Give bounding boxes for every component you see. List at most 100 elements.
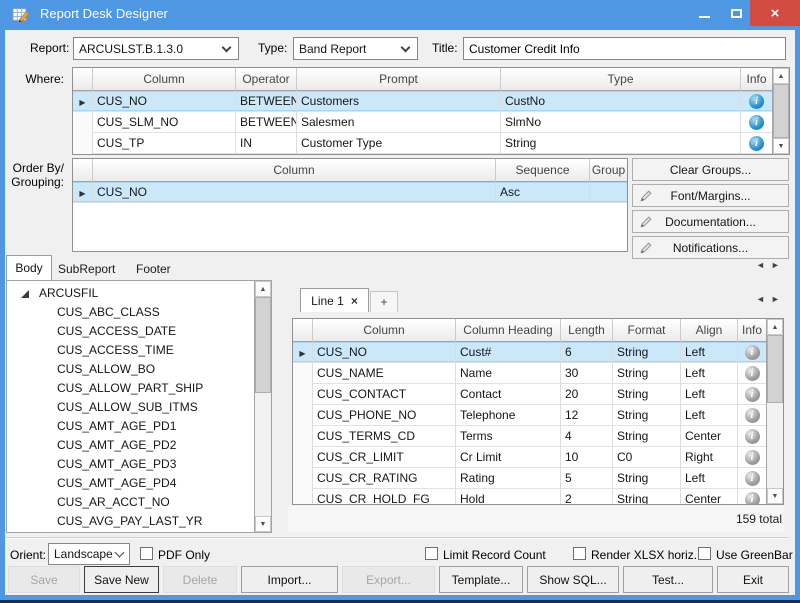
template-button[interactable]: Template...: [439, 566, 523, 593]
line-cell-heading[interactable]: Terms: [456, 426, 561, 447]
line-cell-format[interactable]: String: [613, 342, 681, 363]
orient-combo[interactable]: Landscape: [48, 543, 130, 565]
row-selector-cell[interactable]: [293, 447, 313, 468]
limit-record-count-checkbox[interactable]: [425, 547, 438, 560]
pdf-only-checkbox[interactable]: [140, 547, 153, 560]
row-selector-cell[interactable]: [293, 489, 313, 504]
line-header-format[interactable]: Format: [613, 319, 681, 342]
row-selector-cell[interactable]: ▶: [73, 182, 93, 203]
tree-item[interactable]: CUS_AVG_PAY_LAST_YR: [7, 512, 254, 531]
where-cell-column[interactable]: CUS_SLM_NO: [93, 112, 236, 133]
tree-item[interactable]: CUS_ACCESS_TIME: [7, 341, 254, 360]
line-cell-heading[interactable]: Cr Limit: [456, 447, 561, 468]
row-selector-cell[interactable]: [293, 468, 313, 489]
where-cell-operator[interactable]: BETWEEN: [236, 112, 297, 133]
info-circle-gray-icon[interactable]: i: [745, 387, 760, 402]
line-cell-length[interactable]: 12: [561, 405, 613, 426]
title-input[interactable]: [463, 37, 786, 60]
scroll-right-icon[interactable]: ►: [771, 260, 786, 270]
where-header-prompt[interactable]: Prompt: [297, 68, 501, 91]
line-cell-align[interactable]: Left: [681, 384, 738, 405]
tree-item[interactable]: CUS_AMT_AGE_PD4: [7, 474, 254, 493]
tab-line-1[interactable]: Line 1 ×: [300, 288, 369, 312]
line-cell-column[interactable]: CUS_CONTACT: [313, 384, 456, 405]
line-cell-format[interactable]: C0: [613, 447, 681, 468]
minimize-button[interactable]: [690, 0, 718, 26]
line-row[interactable]: ▶ CUS_NO Cust# 6 String Left i: [293, 342, 766, 363]
line-cell-length[interactable]: 2: [561, 489, 613, 504]
tree-item[interactable]: CUS_AMT_AGE_PD3: [7, 455, 254, 474]
line-row[interactable]: CUS_CR_LIMIT Cr Limit 10 C0 Right i: [293, 447, 766, 468]
where-cell-operator[interactable]: IN: [236, 133, 297, 154]
tree-item[interactable]: CUS_AMT_AGE_PD1: [7, 417, 254, 436]
line-cell-info[interactable]: i: [738, 363, 766, 384]
info-circle-gray-icon[interactable]: i: [745, 408, 760, 423]
line-cell-format[interactable]: String: [613, 363, 681, 384]
scroll-right-icon[interactable]: ►: [771, 294, 786, 304]
scroll-left-icon[interactable]: ◄: [756, 294, 771, 304]
close-tab-icon[interactable]: ×: [351, 294, 358, 308]
line-cell-align[interactable]: Center: [681, 489, 738, 504]
line-tab-scroll-arrows[interactable]: ◄►: [756, 294, 786, 304]
where-cell-type[interactable]: CustNo: [501, 91, 741, 112]
line-cell-length[interactable]: 6: [561, 342, 613, 363]
line-cell-length[interactable]: 5: [561, 468, 613, 489]
titlebar[interactable]: Report Desk Designer ×: [0, 0, 800, 30]
where-header-column[interactable]: Column: [93, 68, 236, 91]
line-cell-format[interactable]: String: [613, 468, 681, 489]
info-circle-gray-icon[interactable]: i: [745, 450, 760, 465]
info-circle-blue-icon[interactable]: i: [749, 115, 764, 130]
where-cell-info[interactable]: i: [741, 112, 772, 133]
line-row[interactable]: CUS_CR_HOLD_FG Hold 2 String Center i: [293, 489, 766, 504]
line-header-info[interactable]: Info: [738, 319, 766, 342]
scrollbar-thumb[interactable]: [767, 335, 783, 403]
tree-item[interactable]: CUS_AR_ACCT_NO: [7, 493, 254, 512]
line-header-align[interactable]: Align: [681, 319, 738, 342]
save-button[interactable]: Save: [8, 566, 80, 593]
tree-item[interactable]: CUS_AMT_AGE_PD2: [7, 436, 254, 455]
tree-item[interactable]: CUS_ALLOW_PART_SHIP: [7, 379, 254, 398]
where-grid-scrollbar[interactable]: ▲ ▼: [772, 68, 789, 154]
line-grid-scrollbar[interactable]: ▲ ▼: [766, 319, 783, 504]
order-header-group[interactable]: Group: [590, 159, 627, 182]
add-line-tab[interactable]: +: [370, 291, 398, 312]
report-combo[interactable]: ARCUSLST.B.1.3.0: [73, 37, 239, 60]
row-selector-cell[interactable]: ▶: [73, 91, 93, 112]
where-header-info[interactable]: Info: [741, 68, 772, 91]
section-tab-scroll-arrows[interactable]: ◄►: [756, 260, 786, 270]
line-cell-format[interactable]: String: [613, 426, 681, 447]
where-header-operator[interactable]: Operator: [236, 68, 297, 91]
show-sql-button[interactable]: Show SQL...: [527, 566, 619, 593]
close-button[interactable]: ×: [750, 0, 800, 26]
where-row[interactable]: CUS_SLM_NO BETWEEN Salesmen SlmNo i: [73, 112, 772, 133]
scroll-down-icon[interactable]: ▼: [767, 488, 783, 504]
render-xlsx-checkbox[interactable]: [573, 547, 586, 560]
tab-subreport[interactable]: SubReport: [58, 259, 115, 279]
line-cell-heading[interactable]: Name: [456, 363, 561, 384]
info-circle-blue-icon[interactable]: i: [749, 94, 764, 109]
scroll-up-icon[interactable]: ▲: [255, 281, 271, 297]
line-cell-length[interactable]: 4: [561, 426, 613, 447]
order-header-sequence[interactable]: Sequence: [496, 159, 590, 182]
line-cell-column[interactable]: CUS_CR_HOLD_FG: [313, 489, 456, 504]
tree-item[interactable]: CUS_ALLOW_BO: [7, 360, 254, 379]
clear-groups-button[interactable]: Clear Groups...: [632, 158, 789, 181]
order-cell-column[interactable]: CUS_NO: [93, 182, 496, 203]
order-header-column[interactable]: Column: [93, 159, 496, 182]
line-header-length[interactable]: Length: [561, 319, 613, 342]
row-selector-cell[interactable]: ▶: [293, 342, 313, 363]
tab-body[interactable]: Body: [6, 255, 52, 280]
where-cell-operator[interactable]: BETWEEN: [236, 91, 297, 112]
where-cell-prompt[interactable]: Customers: [297, 91, 501, 112]
documentation-button[interactable]: Documentation...: [632, 210, 789, 233]
where-cell-column[interactable]: CUS_NO: [93, 91, 236, 112]
line-cell-info[interactable]: i: [738, 426, 766, 447]
tree-scrollbar[interactable]: ▲ ▼: [254, 281, 271, 532]
scroll-down-icon[interactable]: ▼: [773, 138, 789, 154]
where-cell-info[interactable]: i: [741, 133, 772, 154]
line-cell-heading[interactable]: Contact: [456, 384, 561, 405]
info-circle-gray-icon[interactable]: i: [745, 429, 760, 444]
scrollbar-thumb[interactable]: [773, 84, 789, 138]
line-cell-column[interactable]: CUS_CR_LIMIT: [313, 447, 456, 468]
line-cell-length[interactable]: 30: [561, 363, 613, 384]
